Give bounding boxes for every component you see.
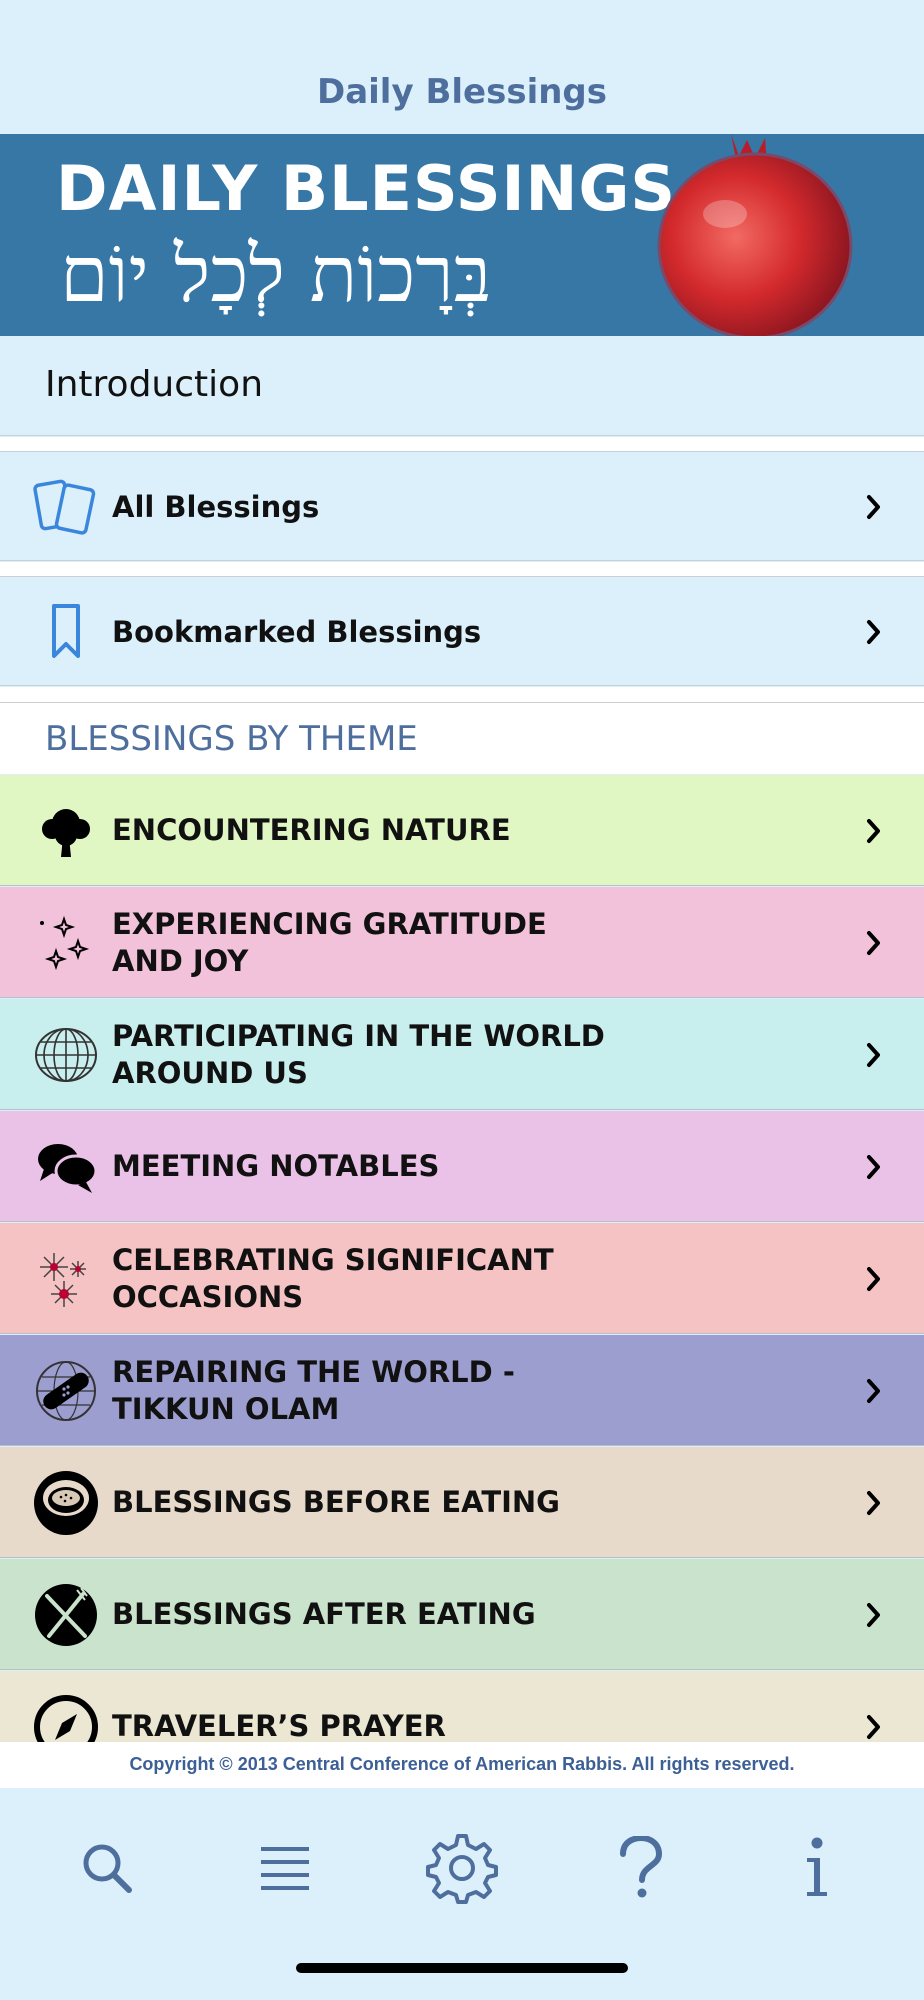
chevron-right-icon xyxy=(866,887,882,998)
introduction-row[interactable]: Introduction xyxy=(0,336,924,436)
theme-label-line1: EXPERIENCING GRATITUDE xyxy=(112,906,547,941)
theme-label-text: ENCOUNTERING NATURE xyxy=(112,812,511,849)
theme-row[interactable]: PARTICIPATING IN THE WORLD AROUND US xyxy=(0,999,924,1110)
theme-label: REPAIRING THE WORLD - TIKKUN OLAM xyxy=(112,1335,515,1446)
theme-label-line1: MEETING NOTABLES xyxy=(112,1149,440,1183)
bowl-icon xyxy=(30,1447,102,1558)
chevron-right-icon xyxy=(866,1335,882,1446)
theme-label-line1: TRAVELER’S PRAYER xyxy=(112,1709,446,1743)
chevron-right-icon xyxy=(866,452,882,562)
theme-label: MEETING NOTABLES xyxy=(112,1111,439,1222)
theme-label-text: MEETING NOTABLES xyxy=(112,1148,439,1185)
all-blessings-label: All Blessings xyxy=(112,490,320,524)
cards-icon xyxy=(30,452,102,562)
bookmarked-blessings-label: Bookmarked Blessings xyxy=(112,615,482,649)
gear-icon xyxy=(426,1834,498,1904)
search-icon xyxy=(83,1844,132,1893)
header-banner: DAILY BLESSINGS בְּרָכוֹת לְכָל יוֹם xyxy=(0,134,924,336)
theme-label-line1: BLESSINGS BEFORE EATING xyxy=(112,1485,560,1519)
tree-icon xyxy=(30,775,102,886)
bandage-globe-icon xyxy=(30,1335,102,1446)
theme-label-text: TRAVELER’S PRAYER xyxy=(112,1708,446,1745)
chevron-right-icon xyxy=(866,577,882,687)
theme-row[interactable]: BLESSINGS BEFORE EATING xyxy=(0,1447,924,1558)
speech-bubbles-icon xyxy=(30,1111,102,1222)
theme-label-line2: AROUND US xyxy=(112,1055,308,1090)
theme-label: PARTICIPATING IN THE WORLD AROUND US xyxy=(112,999,605,1110)
separator xyxy=(0,687,924,702)
theme-label-line1: REPAIRING THE WORLD - xyxy=(112,1354,515,1389)
theme-label-line2: AND JOY xyxy=(112,943,249,978)
theme-row[interactable]: BLESSINGS AFTER EATING xyxy=(0,1559,924,1670)
theme-label-text: PARTICIPATING IN THE WORLD AROUND US xyxy=(112,1018,605,1092)
chevron-right-icon xyxy=(866,1111,882,1222)
theme-row[interactable]: CELEBRATING SIGNIFICANT OCCASIONS xyxy=(0,1223,924,1334)
copyright-text: Copyright © 2013 Central Conference of A… xyxy=(0,1742,924,1788)
theme-label-line2: TIKKUN OLAM xyxy=(112,1391,340,1426)
list-icon xyxy=(261,1847,309,1890)
tab-info[interactable] xyxy=(777,1828,857,1908)
separator xyxy=(0,437,924,451)
chevron-right-icon xyxy=(866,1559,882,1670)
theme-label: ENCOUNTERING NATURE xyxy=(112,775,511,886)
question-icon xyxy=(620,1836,663,1898)
theme-row[interactable]: MEETING NOTABLES xyxy=(0,1111,924,1222)
theme-label-line1: BLESSINGS AFTER EATING xyxy=(112,1597,536,1631)
theme-label: BLESSINGS BEFORE EATING xyxy=(112,1447,560,1558)
home-indicator xyxy=(296,1963,628,1973)
theme-label: BLESSINGS AFTER EATING xyxy=(112,1559,536,1670)
chevron-right-icon xyxy=(866,1447,882,1558)
theme-label-text: EXPERIENCING GRATITUDE AND JOY xyxy=(112,906,547,980)
tab-help[interactable] xyxy=(600,1828,680,1908)
section-title: BLESSINGS BY THEME xyxy=(45,719,418,759)
chevron-right-icon xyxy=(866,775,882,886)
theme-label: CELEBRATING SIGNIFICANT OCCASIONS xyxy=(112,1223,554,1334)
banner-hebrew-title: בְּרָכוֹת לְכָל יוֹם xyxy=(60,230,492,320)
theme-label-text: BLESSINGS AFTER EATING xyxy=(112,1596,536,1633)
theme-label: EXPERIENCING GRATITUDE AND JOY xyxy=(112,887,547,998)
theme-label-line1: PARTICIPATING IN THE WORLD xyxy=(112,1018,605,1053)
tab-search[interactable] xyxy=(67,1828,147,1908)
theme-row[interactable]: ENCOUNTERING NATURE xyxy=(0,775,924,886)
introduction-label: Introduction xyxy=(45,364,264,405)
theme-row[interactable]: EXPERIENCING GRATITUDE AND JOY xyxy=(0,887,924,998)
tab-list[interactable] xyxy=(245,1828,325,1908)
navigation-bar: Daily Blessings xyxy=(0,0,924,134)
chevron-right-icon xyxy=(866,1223,882,1334)
fireworks-icon xyxy=(30,1223,102,1334)
bookmark-icon xyxy=(30,577,102,687)
banner-title: DAILY BLESSINGS xyxy=(56,152,676,225)
info-icon xyxy=(807,1837,827,1896)
theme-row[interactable]: REPAIRING THE WORLD - TIKKUN OLAM xyxy=(0,1335,924,1446)
page-title: Daily Blessings xyxy=(316,72,607,112)
theme-label-text: BLESSINGS BEFORE EATING xyxy=(112,1484,560,1521)
bookmarked-blessings-row[interactable]: Bookmarked Blessings xyxy=(0,576,924,686)
stars-icon xyxy=(30,887,102,998)
tab-settings[interactable] xyxy=(422,1828,502,1908)
theme-label-line2: OCCASIONS xyxy=(112,1279,304,1314)
separator xyxy=(0,562,924,576)
pomegranate-image xyxy=(657,134,853,336)
all-blessings-row[interactable]: All Blessings xyxy=(0,451,924,561)
fork-knife-icon xyxy=(30,1559,102,1670)
section-header: BLESSINGS BY THEME xyxy=(0,702,924,774)
theme-label-text: CELEBRATING SIGNIFICANT OCCASIONS xyxy=(112,1242,554,1316)
theme-label-line1: ENCOUNTERING NATURE xyxy=(112,813,511,847)
theme-label-text: REPAIRING THE WORLD - TIKKUN OLAM xyxy=(112,1354,515,1428)
theme-label-line1: CELEBRATING SIGNIFICANT xyxy=(112,1242,554,1277)
globe-icon xyxy=(30,999,102,1110)
chevron-right-icon xyxy=(866,999,882,1110)
